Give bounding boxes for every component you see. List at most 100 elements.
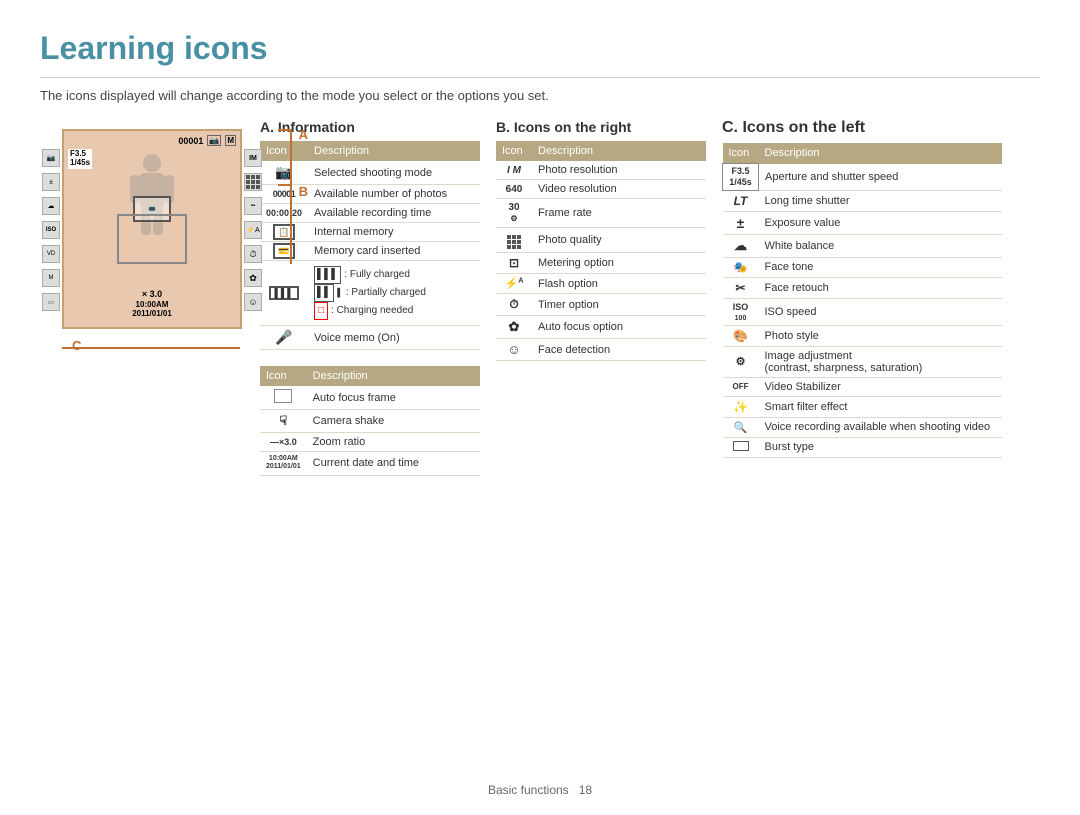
section-c: C. Icons on the left Icon Description F3…: [722, 119, 1002, 476]
table-row: Burst type: [723, 437, 1003, 457]
main-layout: 📷 ± ☁ ISO VD M ▭ 00001 📷 M F3.5 1/45s: [40, 119, 1040, 476]
icon-cell: ☁: [723, 234, 759, 257]
label-b: B: [299, 184, 308, 199]
battery-note-1: ▌▌▌ : Fully charged: [314, 266, 474, 284]
cam-icon-m: IM: [244, 149, 262, 167]
icon-cell: [496, 228, 532, 253]
icon-cell: ⚙: [723, 346, 759, 377]
desc-cell: Timer option: [532, 294, 706, 316]
icon-cell: ±: [723, 211, 759, 234]
table-row: 10:00AM2011/01/01 Current date and time: [260, 452, 480, 476]
cam-icon-grid: [244, 173, 262, 191]
desc-cell: Current date and time: [307, 452, 480, 476]
table-row: 🎨 Photo style: [723, 325, 1003, 346]
table-row: 🎭 Face tone: [723, 257, 1003, 277]
col-icon-top: Icon: [260, 366, 307, 386]
col-desc-c: Description: [759, 143, 1003, 164]
section-c-table: Icon Description F3.51/45s Aperture and …: [722, 143, 1002, 458]
footer-text: Basic functions: [488, 783, 569, 797]
icon-cell: ☺: [496, 339, 532, 361]
desc-cell: Exposure value: [759, 211, 1003, 234]
battery-empty-icon: □: [314, 302, 328, 320]
cam-icon-vid: VD: [42, 245, 60, 263]
table-row: ✿ Auto focus option: [496, 316, 706, 339]
cam-icon-focus: ✿: [244, 269, 262, 287]
desc-cell-battery: ▌▌▌ : Fully charged ▌▌ ▌ : Partially cha…: [308, 261, 480, 326]
table-row: ☺ Face detection: [496, 339, 706, 361]
table-row: ☁ White balance: [723, 234, 1003, 257]
desc-cell: Smart filter effect: [759, 396, 1003, 417]
cam-icon-ev: ±: [42, 173, 60, 191]
icon-cell: 🔍: [723, 417, 759, 437]
left-icons: 📷 ± ☁ ISO VD M ▭: [42, 149, 60, 311]
desc-cell: Auto focus frame: [307, 386, 480, 410]
section-a: A. Information Icon Description 📷 Select…: [260, 119, 480, 476]
table-row: ☟ Camera shake: [260, 410, 480, 433]
icon-cell: ISO100: [723, 298, 759, 325]
table-row: ⏱ Timer option: [496, 294, 706, 316]
table-row: —×3.0 Zoom ratio: [260, 433, 480, 452]
desc-cell: Metering option: [532, 253, 706, 274]
cam-icon-mem: M: [42, 269, 60, 287]
desc-cell: Face retouch: [759, 277, 1003, 298]
col-desc-b: Description: [532, 141, 706, 161]
label-c: C: [72, 338, 81, 353]
col-icon-b: Icon: [496, 141, 532, 161]
icon-cell: ⚡A: [496, 274, 532, 294]
desc-cell: Available recording time: [308, 204, 480, 223]
table-row: ✨ Smart filter effect: [723, 396, 1003, 417]
desc-cell: Burst type: [759, 437, 1003, 457]
icon-cell: 🎤: [260, 326, 308, 350]
section-a-table: Icon Description 📷 Selected shooting mod…: [260, 141, 480, 350]
cam-icon-cloud: ☁: [42, 197, 60, 215]
desc-cell: Video resolution: [532, 180, 706, 199]
table-row: ⊡ Metering option: [496, 253, 706, 274]
table-row: 📷 Selected shooting mode: [260, 161, 480, 185]
section-b-table: Icon Description I M Photo resolution 64…: [496, 141, 706, 361]
footer: Basic functions 18: [0, 783, 1080, 797]
icon-cell: LT: [723, 190, 759, 211]
icon-cell: [260, 386, 307, 410]
battery-full-icon: ▌▌▌: [314, 266, 341, 284]
icon-cell: OFF: [723, 377, 759, 396]
table-row: ⚡A Flash option: [496, 274, 706, 294]
datetime-display: 10:00AM 2011/01/01: [132, 300, 172, 319]
footer-page: 18: [579, 783, 592, 797]
battery-partial-icon: ▌▌: [314, 284, 334, 302]
page-title: Learning icons: [40, 30, 1040, 78]
cam-icon-iso: ISO: [42, 221, 60, 239]
icon-cell: ⊡: [496, 253, 532, 274]
table-row: 🔍 Voice recording available when shootin…: [723, 417, 1003, 437]
desc-cell: Zoom ratio: [307, 433, 480, 452]
desc-cell: Internal memory: [308, 223, 480, 242]
desc-cell: Face detection: [532, 339, 706, 361]
section-c-title: C. Icons on the left: [722, 119, 1002, 137]
table-row: Photo quality: [496, 228, 706, 253]
table-row: 💳 Memory card inserted: [260, 242, 480, 261]
desc-cell: Photo resolution: [532, 161, 706, 180]
icon-cell: F3.51/45s: [723, 164, 759, 191]
icon-cell: ✂: [723, 277, 759, 298]
desc-cell: Photo style: [759, 325, 1003, 346]
counter-display: 00001: [178, 136, 203, 146]
desc-cell: White balance: [759, 234, 1003, 257]
desc-cell: Auto focus option: [532, 316, 706, 339]
table-row: 00:00:20 Available recording time: [260, 204, 480, 223]
table-row: 30⚙ Frame rate: [496, 199, 706, 228]
desc-cell: Frame rate: [532, 199, 706, 228]
icon-cell: —×3.0: [260, 433, 307, 452]
table-row: ISO100 ISO speed: [723, 298, 1003, 325]
desc-cell: Voice recording available when shooting …: [759, 417, 1003, 437]
icon-cell: 640: [496, 180, 532, 199]
cam-icon-camera: 📷: [42, 149, 60, 167]
table-row: 640 Video resolution: [496, 180, 706, 199]
table-row: Auto focus frame: [260, 386, 480, 410]
battery-note-2: ▌▌ ▌ : Partially charged: [314, 284, 474, 302]
cam-icon-rect: ▭: [42, 293, 60, 311]
table-row: OFF Video Stabilizer: [723, 377, 1003, 396]
desc-cell: Image adjustment(contrast, sharpness, sa…: [759, 346, 1003, 377]
table-row: 🎤 Voice memo (On): [260, 326, 480, 350]
top-icons-table-wrapper: Icon Description Auto focus frame ☟ Came…: [260, 366, 480, 476]
table-row: ▌▌▌ ▌▌▌ : Fully charged ▌▌ ▌: [260, 261, 480, 326]
table-row: ± Exposure value: [723, 211, 1003, 234]
